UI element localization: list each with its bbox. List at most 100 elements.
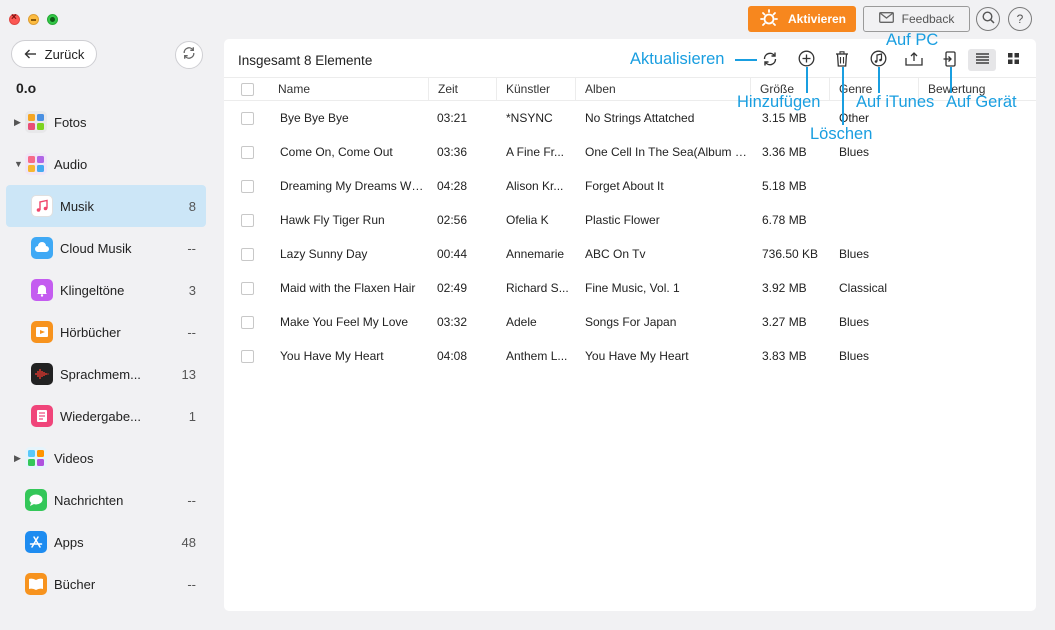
- cell-size: 3.27 MB: [762, 315, 807, 329]
- sidebar-item-count: 3: [188, 282, 196, 298]
- cell-name: Lazy Sunny Day: [280, 247, 368, 261]
- back-button[interactable]: Zurück: [11, 40, 97, 68]
- sidebar-item-videos[interactable]: ▶ Videos: [0, 437, 215, 479]
- search-button[interactable]: [976, 7, 1000, 31]
- activate-button[interactable]: Aktivieren: [748, 6, 856, 32]
- sidebar-item-voice-memos[interactable]: Sprachmem... 13: [0, 353, 215, 395]
- sidebar-item-messages[interactable]: Nachrichten --: [0, 479, 215, 521]
- annotation-delete: Löschen: [810, 125, 873, 143]
- sidebar-item-ringtones[interactable]: Klingeltöne 3: [0, 269, 215, 311]
- row-checkbox[interactable]: [241, 146, 254, 159]
- feedback-label: Feedback: [901, 12, 955, 26]
- voice-memo-icon: [31, 363, 53, 385]
- sidebar-item-count: 13: [181, 366, 196, 382]
- cell-name: Hawk Fly Tiger Run: [280, 213, 385, 227]
- row-checkbox[interactable]: [241, 214, 254, 227]
- cell-time: 02:56: [437, 213, 468, 227]
- help-label: ?: [1016, 12, 1024, 26]
- help-button[interactable]: ?: [1008, 7, 1032, 31]
- row-checkbox[interactable]: [241, 316, 254, 329]
- table-row[interactable]: Dreaming My Dreams Wit... 04:28 Alison Kr.…: [224, 169, 1036, 203]
- sidebar-item-label: Audio: [54, 156, 88, 172]
- annotation-line: [806, 67, 808, 93]
- cell-time: 03:32: [437, 315, 468, 329]
- export-pc-icon: [905, 51, 923, 72]
- row-checkbox[interactable]: [241, 350, 254, 363]
- grid-view-button[interactable]: [1002, 49, 1024, 71]
- cell-size: 3.92 MB: [762, 281, 807, 295]
- zoom-window-button[interactable]: [47, 14, 58, 25]
- cell-artist: *NSYNC: [506, 111, 553, 125]
- column-album[interactable]: Alben: [576, 78, 751, 100]
- cell-genre: [839, 169, 915, 203]
- table-row[interactable]: Make You Feel My Love 03:32 Adele Songs For…: [224, 305, 1036, 339]
- sidebar-item-count: --: [187, 240, 196, 256]
- chevron-down-icon[interactable]: ▼: [14, 159, 23, 169]
- close-window-button[interactable]: [9, 12, 20, 25]
- sidebar-item-apps[interactable]: Apps 48: [0, 521, 215, 563]
- row-checkbox[interactable]: [241, 282, 254, 295]
- cell-artist: Ofelia K: [506, 213, 549, 227]
- sidebar-item-label: Fotos: [54, 114, 87, 130]
- sidebar-item-books[interactable]: Bücher --: [0, 563, 215, 605]
- sidebar-item-playlists[interactable]: Wiedergabe... 1: [0, 395, 215, 437]
- cell-album: ABC On Tv: [585, 247, 646, 261]
- page-title: Insgesamt 8 Elemente: [238, 53, 373, 68]
- annotation-line: [878, 67, 880, 93]
- select-all-checkbox[interactable]: [241, 83, 254, 96]
- list-view-button[interactable]: [968, 49, 996, 71]
- chevron-right-icon[interactable]: ▶: [14, 117, 21, 128]
- cell-genre: Blues: [839, 247, 870, 261]
- row-checkbox[interactable]: [241, 112, 254, 125]
- books-icon: [25, 573, 47, 595]
- cell-genre: Classical: [839, 281, 888, 295]
- sidebar-item-audiobooks[interactable]: Hörbücher --: [0, 311, 215, 353]
- audio-icon: [25, 153, 47, 175]
- feedback-button[interactable]: Feedback: [863, 6, 970, 32]
- minimize-window-button[interactable]: [28, 14, 39, 25]
- chevron-right-icon[interactable]: ▶: [14, 453, 21, 464]
- table-row[interactable]: Lazy Sunny Day 00:44 Annemarie ABC On Tv 736…: [224, 237, 1036, 271]
- column-name[interactable]: Name: [269, 78, 429, 100]
- cell-name: Bye Bye Bye: [280, 111, 349, 125]
- arrow-left-icon: [24, 47, 37, 62]
- row-checkbox[interactable]: [241, 180, 254, 193]
- sidebar-item-music[interactable]: Musik 8: [6, 185, 206, 227]
- cell-album: Songs For Japan: [585, 315, 677, 329]
- sidebar-item-count: --: [187, 492, 196, 508]
- back-label: Zurück: [44, 46, 85, 62]
- sidebar-item-label: Cloud Musik: [60, 240, 132, 256]
- cell-album: Fine Music, Vol. 1: [585, 281, 680, 295]
- column-time[interactable]: Zeit: [429, 78, 497, 100]
- table-row[interactable]: Maid with the Flaxen Hair 02:49 Richard S.…: [224, 271, 1036, 305]
- table-row[interactable]: Come On, Come Out 03:36 A Fine Fr... One Ce…: [224, 135, 1036, 169]
- table-row[interactable]: Hawk Fly Tiger Run 02:56 Ofelia K Plastic F…: [224, 203, 1036, 237]
- sidebar-item-cloud-music[interactable]: Cloud Musik --: [0, 227, 215, 269]
- search-icon: [981, 11, 995, 27]
- playlist-icon: [31, 405, 53, 427]
- sidebar-item-photos[interactable]: ▶ Fotos: [0, 101, 215, 143]
- cell-time: 00:44: [437, 247, 468, 261]
- table-row[interactable]: You Have My Heart 04:08 Anthem L... You Hav…: [224, 339, 1036, 373]
- sidebar-item-audio[interactable]: ▼ Audio: [0, 143, 215, 185]
- to-pc-button[interactable]: [904, 51, 924, 71]
- sidebar-item-label: Hörbücher: [60, 324, 121, 340]
- cell-artist: Alison Kr...: [506, 179, 564, 193]
- sidebar-item-label: Videos: [54, 450, 94, 466]
- cell-name: Make You Feel My Love: [280, 315, 409, 329]
- row-checkbox[interactable]: [241, 248, 254, 261]
- cell-artist: A Fine Fr...: [506, 145, 565, 159]
- sidebar-refresh-button[interactable]: [175, 41, 203, 69]
- activate-label: Aktivieren: [787, 12, 847, 26]
- refresh-button[interactable]: [760, 51, 780, 71]
- main-panel: Insgesamt 8 Elemente Name Zeit Künstler …: [224, 39, 1036, 611]
- cell-size: 6.78 MB: [762, 213, 807, 227]
- column-artist[interactable]: Künstler: [497, 78, 576, 100]
- cell-album: Plastic Flower: [585, 213, 660, 227]
- cell-name: You Have My Heart: [280, 349, 384, 363]
- sidebar-item-label: Apps: [54, 534, 84, 550]
- cell-size: 736.50 KB: [762, 247, 819, 261]
- cell-genre: Blues: [839, 315, 870, 329]
- cell-artist: Annemarie: [506, 247, 565, 261]
- cell-time: 02:49: [437, 281, 468, 295]
